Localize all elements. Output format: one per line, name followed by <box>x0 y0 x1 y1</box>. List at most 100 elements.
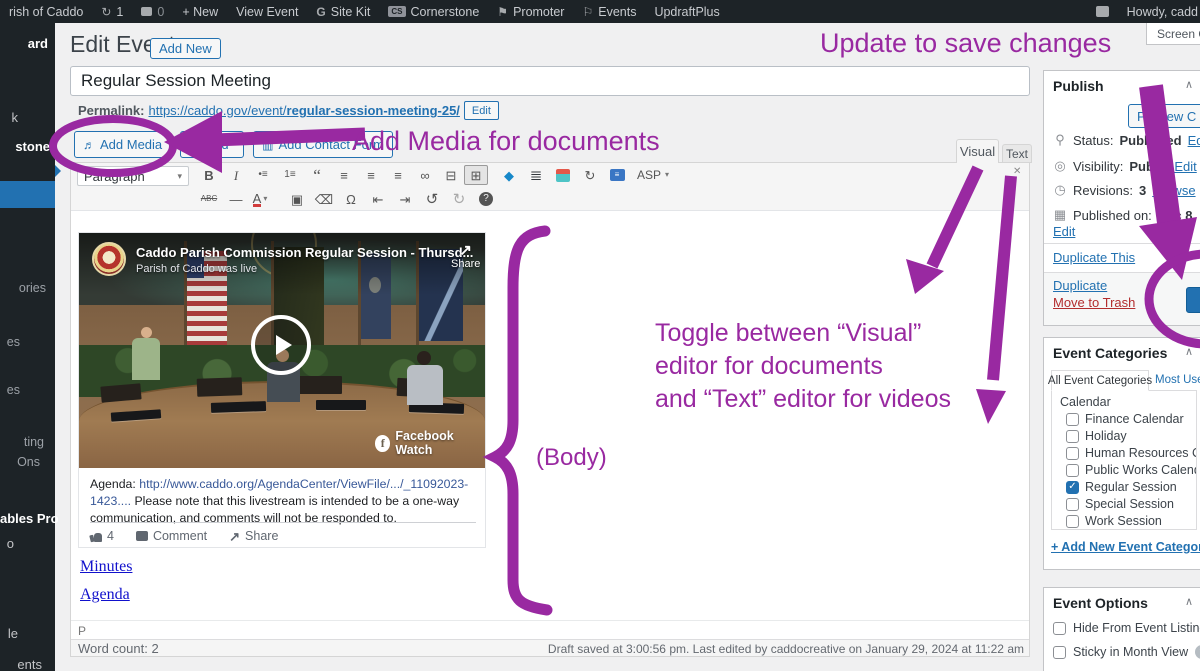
admin-bar-site-name[interactable]: rish of Caddo <box>0 0 92 23</box>
preview-changes-button[interactable]: Preview C <box>1128 104 1200 128</box>
revisions-browse-link[interactable]: Browse <box>1152 183 1195 198</box>
editor-path[interactable]: P <box>78 624 86 638</box>
category-row[interactable]: Public Works Calendar <box>1066 463 1197 477</box>
category-row[interactable]: Regular Session <box>1066 480 1177 494</box>
permalink-link[interactable]: https://caddo.gov/event/regular-session-… <box>148 103 459 118</box>
agenda-link-body[interactable]: Agenda <box>80 586 130 604</box>
admin-bar-view-event[interactable]: View Event <box>227 0 307 23</box>
add-media-button[interactable]: ♬ Add Media <box>74 131 171 158</box>
play-button[interactable] <box>251 315 311 375</box>
category-row[interactable]: Finance Calendar <box>1066 412 1184 426</box>
strikethrough-icon[interactable]: ABC <box>196 188 222 210</box>
add-new-button[interactable]: Add New <box>150 38 221 59</box>
asp-dropdown[interactable]: ASP ▾ <box>632 164 674 186</box>
horizontal-rule-icon[interactable]: — <box>223 188 249 210</box>
comment-button[interactable]: Comment <box>136 529 207 543</box>
special-character-icon[interactable]: Ω <box>338 188 364 210</box>
align-left-icon[interactable]: ≡ <box>331 164 357 186</box>
align-right-icon[interactable]: ≡ <box>385 164 411 186</box>
sidebar-item-categories[interactable]: ories <box>0 281 46 295</box>
numbered-list-icon[interactable]: 1≡ <box>277 164 303 186</box>
category-row[interactable]: Holiday <box>1066 429 1127 443</box>
bold-icon[interactable]: B <box>196 164 222 186</box>
help-icon[interactable]: ? <box>1195 645 1200 659</box>
redo-icon[interactable]: ↻ <box>446 188 472 210</box>
checkbox[interactable] <box>1066 481 1079 494</box>
sidebar-item[interactable]: o <box>0 536 14 551</box>
checkbox[interactable] <box>1066 413 1079 426</box>
hide-from-listings-row[interactable]: Hide From Event Listings <box>1053 621 1200 635</box>
admin-bar-new[interactable]: + New <box>173 0 227 23</box>
blockquote-icon[interactable]: “ <box>304 164 330 186</box>
keyboard-toggle-icon[interactable]: ⊞ <box>464 165 488 185</box>
tab-visual[interactable]: Visual <box>956 139 999 163</box>
bulleted-list-icon[interactable]: •≡ <box>250 164 276 186</box>
layers-icon[interactable]: ≣ <box>523 164 549 186</box>
tab-text[interactable]: Text <box>1002 144 1032 163</box>
admin-bar-updates[interactable]: ↻ 1 <box>92 0 132 23</box>
like-count[interactable]: 4 <box>90 529 114 543</box>
tab-all-event-categories[interactable]: All Event Categories <box>1051 370 1149 391</box>
sidebar-item-tables-pro[interactable]: ables Pro <box>0 511 54 526</box>
read-more-icon[interactable]: ⊟ <box>438 164 464 186</box>
screen-options-tab[interactable]: Screen Op <box>1146 23 1200 45</box>
duplicate-link[interactable]: Duplicate <box>1053 278 1107 293</box>
admin-bar-updraftplus[interactable]: UpdraftPlus <box>645 0 728 23</box>
post-title-input[interactable]: Regular Session Meeting <box>70 66 1030 96</box>
share-button[interactable]: ↗ Share <box>229 529 278 543</box>
text-color-icon[interactable]: A▾ <box>250 188 270 210</box>
insert-form-icon[interactable]: ≡ <box>604 164 630 186</box>
link-icon[interactable]: ∞ <box>412 164 438 186</box>
sidebar-active-item[interactable] <box>0 181 55 208</box>
add-new-event-category-link[interactable]: + Add New Event Category <box>1051 540 1200 554</box>
sidebar-item[interactable]: le <box>0 626 18 641</box>
checkbox[interactable] <box>1053 622 1066 635</box>
clear-formatting-icon[interactable]: ⌫ <box>311 188 337 210</box>
sticky-month-view-row[interactable]: Sticky in Month View ? <box>1053 645 1200 659</box>
forminator-icon[interactable]: ◆ <box>496 164 522 186</box>
sidebar-item-addons[interactable]: Ons <box>0 455 40 469</box>
outdent-icon[interactable]: ⇤ <box>365 188 391 210</box>
checkbox[interactable] <box>1053 646 1066 659</box>
paste-as-text-icon[interactable]: ▣ <box>284 188 310 210</box>
paragraph-dropdown[interactable]: Paragraph ▾ <box>77 166 189 186</box>
checkbox[interactable] <box>1066 447 1079 460</box>
category-row[interactable]: Human Resources Calendar <box>1066 446 1197 460</box>
italic-icon[interactable]: I <box>223 164 249 186</box>
sidebar-item[interactable]: ents <box>0 657 42 671</box>
checkbox[interactable] <box>1066 464 1079 477</box>
category-row[interactable]: Special Session <box>1066 497 1174 511</box>
update-button[interactable]: Update <box>1186 287 1200 313</box>
permalink-edit-button[interactable]: Edit <box>464 101 499 120</box>
facebook-post-embed[interactable]: Caddo Parish Commission Regular Session … <box>78 232 486 548</box>
tab-most-used[interactable]: Most Use <box>1155 374 1200 386</box>
video-title[interactable]: Caddo Parish Commission Regular Session … <box>136 245 473 260</box>
collapse-caret-icon[interactable]: ∧ <box>1185 78 1193 91</box>
minutes-link[interactable]: Minutes <box>80 558 132 576</box>
screen-icon[interactable] <box>1096 6 1109 17</box>
add-document-button[interactable]: ▤ Add <box>180 131 244 158</box>
checkbox[interactable] <box>1066 430 1079 443</box>
move-to-trash-link[interactable]: Move to Trash <box>1053 295 1135 310</box>
howdy-account[interactable]: Howdy, cadd <box>1118 0 1200 23</box>
sidebar-item[interactable]: es <box>0 383 20 397</box>
checkbox[interactable] <box>1066 515 1079 528</box>
sync-icon[interactable]: ↻ <box>577 164 603 186</box>
admin-bar-comments[interactable]: 0 <box>132 0 173 23</box>
published-edit-link[interactable]: Edit <box>1053 224 1075 239</box>
checkbox[interactable] <box>1066 498 1079 511</box>
duplicate-this-link[interactable]: Duplicate This <box>1053 250 1135 265</box>
admin-bar-promoter[interactable]: ⚑ Promoter <box>488 0 573 23</box>
calendar-plugin-icon[interactable] <box>550 164 576 186</box>
sidebar-item[interactable]: k <box>0 110 18 125</box>
category-row[interactable]: Work Session <box>1066 514 1162 528</box>
align-center-icon[interactable]: ≡ <box>358 164 384 186</box>
admin-bar-cornerstone[interactable]: CS Cornerstone <box>379 0 488 23</box>
video-share-button[interactable]: ↗ Share <box>451 243 480 270</box>
add-contact-form-button[interactable]: ▥ Add Contact Form <box>253 131 393 158</box>
status-edit-link[interactable]: Edit <box>1188 133 1200 148</box>
sidebar-item-dashboard[interactable]: ard <box>0 36 48 51</box>
video-player[interactable]: Caddo Parish Commission Regular Session … <box>79 233 485 468</box>
sidebar-item[interactable]: ting <box>0 435 44 449</box>
collapse-caret-icon[interactable]: ∧ <box>1185 595 1193 608</box>
